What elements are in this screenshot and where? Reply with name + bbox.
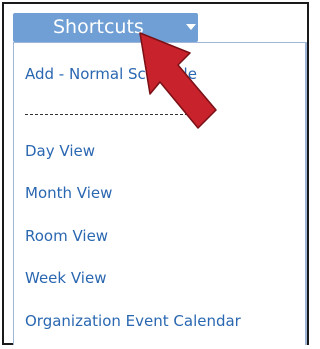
- menu-item-week-view[interactable]: Week View: [25, 269, 106, 287]
- menu-item-room-view[interactable]: Room View: [25, 227, 108, 245]
- menu-item-month-view[interactable]: Month View: [25, 184, 112, 202]
- menu-item-day-view[interactable]: Day View: [25, 142, 95, 160]
- menu-item-organization-event-calendar[interactable]: Organization Event Calendar: [25, 312, 241, 330]
- shortcuts-label: Shortcuts: [53, 16, 144, 38]
- red-pointer-arrow-icon: [139, 32, 217, 129]
